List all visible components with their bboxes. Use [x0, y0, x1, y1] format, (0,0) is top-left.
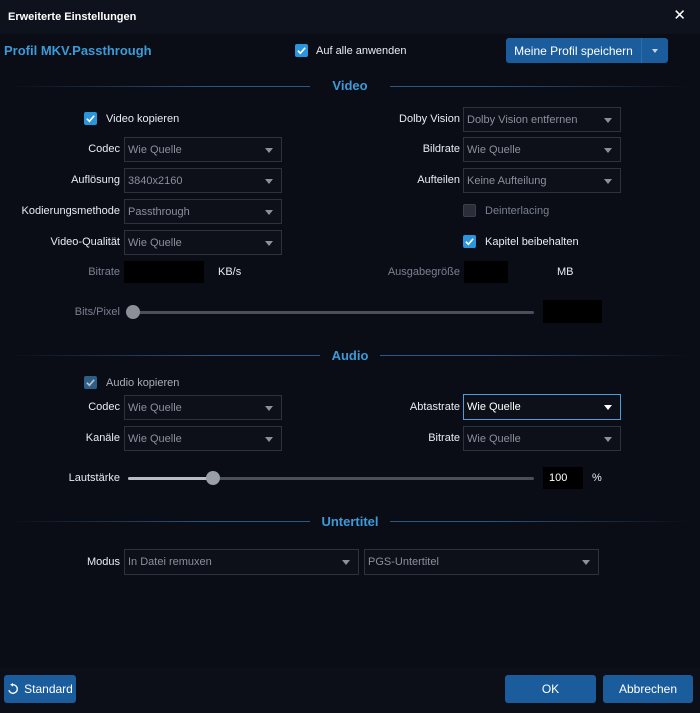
chevron-down-icon: [652, 48, 658, 53]
volume-label: Lautstärke: [68, 472, 120, 484]
window-title: Erweiterte Einstellungen: [8, 11, 137, 23]
chevron-down-icon: [604, 436, 612, 442]
video-quality-select[interactable]: Wie Quelle: [124, 230, 282, 255]
resolution-value: 3840x2160: [128, 174, 183, 187]
split-select[interactable]: Keine Aufteilung: [463, 168, 621, 193]
subtitle-type-value: PGS-Untertitel: [368, 556, 439, 568]
framerate-select[interactable]: Wie Quelle: [463, 137, 621, 162]
framerate-value: Wie Quelle: [467, 143, 521, 156]
chevron-down-icon: [265, 405, 273, 411]
chevron-down-icon: [265, 147, 273, 153]
volume-input[interactable]: 100: [543, 467, 583, 489]
chevron-down-icon: [265, 240, 273, 246]
chevron-down-icon: [604, 405, 612, 410]
profile-title: Profil MKV.Passthrough: [4, 43, 152, 58]
save-profile-button[interactable]: Meine Profil speichern: [506, 38, 642, 63]
chevron-down-icon: [604, 117, 612, 123]
video-codec-label: Codec: [88, 143, 120, 155]
video-copy-checkbox[interactable]: [84, 112, 97, 125]
audio-copy-checkbox[interactable]: [84, 376, 97, 389]
ok-button[interactable]: OK: [505, 675, 596, 703]
volume-unit: %: [592, 472, 602, 484]
encoding-method-select[interactable]: Passthrough: [124, 199, 282, 224]
chevron-down-icon: [265, 178, 273, 184]
deinterlacing-checkbox[interactable]: [463, 204, 476, 217]
checkmark-icon: [465, 238, 474, 246]
audio-codec-label: Codec: [88, 401, 120, 413]
video-quality-value: Wie Quelle: [128, 236, 182, 249]
volume-slider-handle[interactable]: [206, 471, 220, 485]
output-size-label: Ausgabegröße: [387, 266, 460, 278]
split-value: Keine Aufteilung: [467, 174, 547, 187]
apply-all-checkbox[interactable]: [295, 44, 308, 57]
video-section-title: Video: [310, 78, 390, 93]
bits-pixel-label: Bits/Pixel: [74, 306, 120, 318]
framerate-label: Bildrate: [422, 143, 460, 155]
channels-label: Kanäle: [85, 432, 120, 444]
subtitle-type-select[interactable]: PGS-Untertitel: [364, 549, 599, 575]
chevron-down-icon: [604, 147, 612, 153]
audio-codec-value: Wie Quelle: [128, 401, 182, 414]
chevron-down-icon: [265, 436, 273, 442]
bits-pixel-slider-track[interactable]: [128, 311, 534, 314]
audio-section-title: Audio: [320, 348, 380, 363]
audio-bitrate-select[interactable]: Wie Quelle: [463, 426, 621, 451]
dolby-vision-label: Dolby Vision: [399, 113, 460, 125]
save-profile-menu-button[interactable]: [642, 38, 668, 63]
chevron-down-icon: [604, 178, 612, 184]
cancel-button[interactable]: Abbrechen: [603, 675, 693, 703]
audio-codec-select[interactable]: Wie Quelle: [124, 395, 282, 420]
dolby-vision-value: Dolby Vision entfernen: [467, 113, 578, 126]
subtitle-mode-value: In Datei remuxen: [128, 556, 212, 568]
bits-pixel-slider-handle[interactable]: [126, 305, 140, 319]
sample-rate-value: Wie Quelle: [467, 401, 521, 413]
sample-rate-select[interactable]: Wie Quelle: [463, 394, 621, 420]
channels-value: Wie Quelle: [128, 432, 182, 445]
resolution-select[interactable]: 3840x2160: [124, 168, 282, 193]
sample-rate-label: Abtastrate: [409, 401, 460, 413]
channels-select[interactable]: Wie Quelle: [124, 426, 282, 451]
keep-chapters-label: Kapitel beibehalten: [485, 236, 579, 248]
reset-icon: [8, 683, 19, 694]
audio-copy-label: Audio kopieren: [106, 377, 180, 389]
split-label: Aufteilen: [417, 174, 460, 186]
subtitle-mode-select[interactable]: In Datei remuxen: [124, 549, 359, 575]
apply-all-label: Auf alle anwenden: [316, 45, 407, 57]
save-profile-split-button: Meine Profil speichern: [506, 38, 668, 63]
chevron-down-icon: [265, 209, 273, 215]
standard-button[interactable]: Standard: [4, 675, 76, 703]
video-codec-value: Wie Quelle: [128, 143, 182, 156]
close-icon[interactable]: ✕: [673, 8, 686, 24]
subtitle-mode-label: Modus: [86, 556, 120, 568]
audio-bitrate-value: Wie Quelle: [467, 432, 521, 445]
video-copy-label: Video kopieren: [106, 113, 180, 125]
bits-pixel-input[interactable]: [543, 300, 602, 323]
video-quality-label: Video-Qualität: [50, 236, 120, 248]
resolution-label: Auflösung: [71, 174, 120, 186]
standard-button-label: Standard: [24, 682, 73, 696]
video-bitrate-input[interactable]: [124, 261, 204, 283]
subtitle-section-title: Untertitel: [310, 514, 390, 529]
video-bitrate-unit: KB/s: [218, 266, 242, 278]
checkmark-icon: [297, 47, 306, 55]
dolby-vision-select[interactable]: Dolby Vision entfernen: [463, 107, 621, 132]
volume-slider-fill: [128, 477, 213, 480]
video-codec-select[interactable]: Wie Quelle: [124, 137, 282, 162]
checkmark-icon: [86, 115, 95, 123]
chevron-down-icon: [342, 560, 350, 565]
chevron-down-icon: [582, 560, 590, 565]
encoding-method-value: Passthrough: [128, 205, 190, 218]
audio-bitrate-label: Bitrate: [428, 432, 460, 444]
output-size-unit: MB: [557, 266, 574, 278]
output-size-input[interactable]: [464, 261, 508, 283]
keep-chapters-checkbox[interactable]: [463, 235, 476, 248]
encoding-method-label: Kodierungsmethode: [21, 205, 120, 217]
checkmark-icon: [86, 379, 95, 387]
deinterlacing-label: Deinterlacing: [485, 205, 550, 217]
video-bitrate-label: Bitrate: [88, 266, 120, 278]
